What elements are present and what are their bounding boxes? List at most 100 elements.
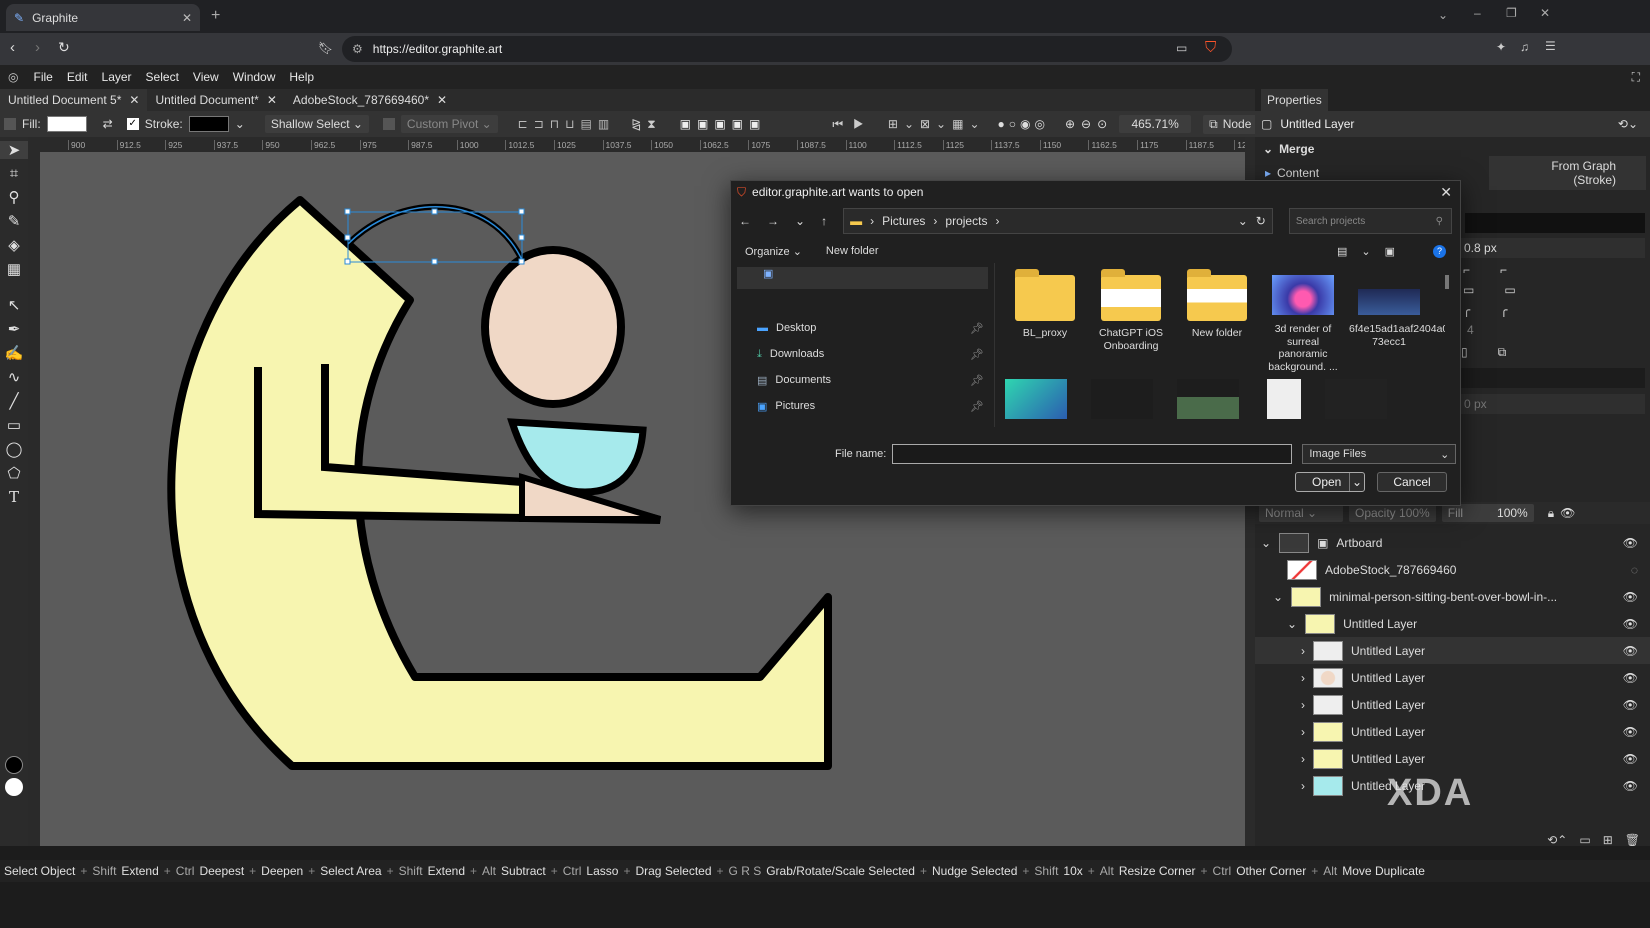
- breadcrumb-projects[interactable]: projects: [945, 214, 987, 228]
- eye-icon[interactable]: 👁︎: [1623, 644, 1638, 658]
- up-icon[interactable]: ↑: [821, 214, 827, 228]
- nav-pictures[interactable]: ▣ Pictures 📌︎: [731, 393, 994, 419]
- crop-tool-icon[interactable]: ⌗: [0, 165, 28, 182]
- file-tile[interactable]: 6f4e15ad1aaf2404a058776745 73ecc1: [1349, 275, 1445, 348]
- flip-icons[interactable]: ⧎⧗: [631, 117, 661, 132]
- stroke-weight-field[interactable]: 0.8 px: [1460, 238, 1645, 258]
- content-value[interactable]: From Graph (Stroke): [1489, 156, 1646, 190]
- layer-row[interactable]: › Untitled Layer 👁︎: [1255, 745, 1650, 772]
- recent-dropdown-icon[interactable]: ⌄: [795, 214, 805, 228]
- eye-icon[interactable]: 👁︎: [1623, 779, 1638, 793]
- file-tile[interactable]: BL_proxy: [1005, 269, 1085, 340]
- url-field[interactable]: ⚙ https://editor.graphite.art: [342, 36, 1232, 62]
- spline-tool-icon[interactable]: ∿: [0, 368, 28, 386]
- help-icon[interactable]: ?: [1433, 244, 1446, 258]
- stroke-cap-icons[interactable]: ⌐⌐: [1463, 263, 1650, 277]
- brave-shield-icon[interactable]: ⛉: [1205, 39, 1216, 56]
- organize-button[interactable]: Organize ⌄: [745, 245, 802, 258]
- select-mode-dropdown[interactable]: Shallow Select ⌄: [264, 115, 369, 133]
- forward-icon[interactable]: →: [767, 214, 779, 228]
- align-stroke-icons[interactable]: ▯⧉: [1461, 345, 1650, 360]
- layer-row[interactable]: ⌄ Untitled Layer 👁︎: [1255, 610, 1650, 637]
- search-field[interactable]: Search projects ⚲: [1288, 208, 1452, 234]
- stroke-corner-icons[interactable]: ╭╭: [1463, 303, 1650, 317]
- close-tab-icon[interactable]: ✕: [182, 11, 192, 25]
- pivot-dropdown[interactable]: Custom Pivot ⌄: [400, 115, 498, 133]
- forward-icon[interactable]: ›: [35, 39, 40, 56]
- media-icon[interactable]: ♫: [1520, 40, 1529, 54]
- fill-tool-icon[interactable]: ◈: [0, 236, 28, 254]
- layer-row[interactable]: › Untitled Layer 👁︎: [1255, 637, 1650, 664]
- menu-select[interactable]: Select: [139, 70, 186, 84]
- eye-icon[interactable]: 👁︎: [1623, 698, 1638, 712]
- restore-icon[interactable]: ❐: [1506, 6, 1517, 20]
- nav-documents[interactable]: ▤ Documents 📌︎: [731, 367, 994, 393]
- browser-menu-icon[interactable]: ☰: [1545, 39, 1556, 53]
- close-window-icon[interactable]: ✕: [1540, 6, 1550, 20]
- cast-icon[interactable]: ▭: [1176, 41, 1187, 55]
- minimize-icon[interactable]: –: [1474, 6, 1481, 20]
- menu-window[interactable]: Window: [226, 70, 283, 84]
- image-thumbnail[interactable]: [1005, 379, 1067, 419]
- path-breadcrumb[interactable]: ▬ › Pictures › projects › ⌄ ↻: [843, 208, 1273, 234]
- nav-downloads[interactable]: ⤓ Downloads 📌︎: [731, 341, 994, 367]
- pin-icon[interactable]: 📌︎: [970, 322, 984, 335]
- layer-row[interactable]: AdobeStock_787669460 ◌: [1255, 556, 1650, 583]
- file-name-input[interactable]: [892, 444, 1293, 464]
- text-tool-icon[interactable]: T: [0, 488, 28, 506]
- pivot-checkbox[interactable]: [382, 118, 395, 130]
- nav-desktop[interactable]: ▬ Desktop 📌︎: [731, 315, 994, 341]
- cancel-button[interactable]: Cancel: [1377, 472, 1447, 492]
- chevron-down-icon[interactable]: ⌄: [235, 117, 245, 131]
- ellipse-tool-icon[interactable]: ◯: [0, 440, 28, 458]
- head-shape[interactable]: [481, 246, 625, 408]
- fill-field[interactable]: Fill 100%: [1441, 504, 1534, 522]
- layer-row[interactable]: › Untitled Layer 👁︎: [1255, 718, 1650, 745]
- delete-icon[interactable]: 🗑︎: [1625, 833, 1640, 847]
- extensions-icon[interactable]: ✦: [1496, 40, 1506, 54]
- properties-tab[interactable]: Properties: [1261, 89, 1328, 111]
- stroke-checkbox[interactable]: ✓: [126, 118, 139, 130]
- opacity-field[interactable]: Opacity 100%: [1349, 504, 1436, 522]
- stroke-color-field[interactable]: [1465, 213, 1645, 233]
- menu-help[interactable]: Help: [282, 70, 321, 84]
- eye-icon[interactable]: 👁︎: [1623, 671, 1638, 685]
- miter-field[interactable]: 4: [1467, 323, 1650, 337]
- browser-tab[interactable]: ✎ Graphite ✕: [6, 4, 200, 31]
- layer-row[interactable]: ⌄ ▣ Artboard 👁︎: [1255, 529, 1650, 556]
- new-tab-icon[interactable]: +: [211, 7, 220, 25]
- chevron-down-icon[interactable]: ⌄: [1273, 590, 1283, 604]
- eye-icon[interactable]: 👁︎: [1560, 506, 1575, 520]
- freehand-tool-icon[interactable]: ✍: [0, 344, 28, 362]
- view-options-icons[interactable]: ▤⌄▣: [1337, 245, 1409, 258]
- swap-icon[interactable]: ⇄: [103, 117, 113, 131]
- eyedropper-tool-icon[interactable]: ✎: [0, 212, 28, 230]
- chevron-right-icon[interactable]: ›: [1301, 644, 1305, 658]
- close-icon[interactable]: ✕: [267, 93, 277, 107]
- dash-field[interactable]: [1460, 368, 1645, 388]
- eye-icon[interactable]: 👁︎: [1623, 590, 1638, 604]
- layer-row[interactable]: › Untitled Layer 👁︎: [1255, 664, 1650, 691]
- eye-icon[interactable]: 👁︎: [1623, 725, 1638, 739]
- stroke-swatch[interactable]: [188, 116, 229, 132]
- image-thumbnail[interactable]: [1091, 379, 1153, 419]
- back-icon[interactable]: ←: [739, 214, 751, 228]
- menu-layer[interactable]: Layer: [95, 70, 139, 84]
- file-grid-scrollbar[interactable]: [1445, 275, 1449, 289]
- polygon-tool-icon[interactable]: ⬠: [0, 464, 28, 482]
- chevron-right-icon[interactable]: ›: [1301, 671, 1305, 685]
- path-tool-icon[interactable]: ↖: [0, 296, 28, 314]
- close-icon[interactable]: ✕: [437, 93, 447, 107]
- blend-mode-dropdown[interactable]: Normal ⌄: [1259, 504, 1343, 522]
- close-icon[interactable]: ✕: [1440, 184, 1452, 201]
- chevron-down-icon[interactable]: ⌄: [1238, 214, 1248, 228]
- chevron-down-icon[interactable]: ⌄: [1287, 617, 1297, 631]
- doc-tab[interactable]: AdobeStock_787669460* ✕: [285, 89, 455, 111]
- file-type-dropdown[interactable]: Image Files ⌄: [1302, 444, 1457, 464]
- selection-handles[interactable]: [344, 208, 525, 265]
- site-settings-icon[interactable]: ⚙: [352, 42, 363, 56]
- chevron-right-icon[interactable]: ›: [1301, 698, 1305, 712]
- zoom-tool-icon[interactable]: ⚲: [0, 188, 28, 206]
- back-icon[interactable]: ‹: [10, 39, 15, 56]
- gradient-tool-icon[interactable]: ▦: [0, 260, 28, 278]
